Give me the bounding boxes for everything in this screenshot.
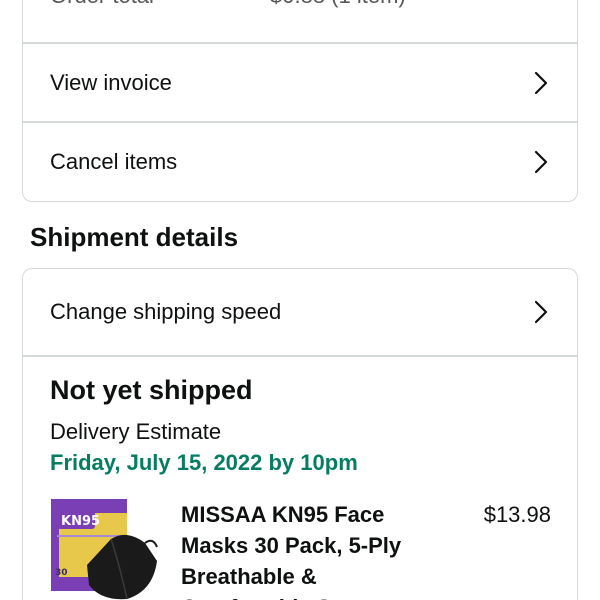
- change-shipping-speed-label: Change shipping speed: [50, 299, 282, 324]
- delivery-estimate-label: Delivery Estimate: [50, 419, 222, 444]
- order-summary-card: Order total $0.88 (1 item) View invoice …: [22, 0, 578, 202]
- view-invoice-button[interactable]: View invoice: [23, 43, 577, 122]
- shipment-details-heading: Shipment details: [30, 222, 239, 252]
- product-title-link[interactable]: MISSAA KN95 Face Masks 30 Pack, 5-Ply Br…: [181, 499, 441, 600]
- change-shipping-speed-button[interactable]: Change shipping speed: [23, 269, 577, 355]
- chevron-right-icon: [531, 70, 551, 96]
- order-details-page: Order total $0.88 (1 item) View invoice …: [0, 0, 600, 600]
- chevron-right-icon: [531, 299, 551, 325]
- shipment-status: Not yet shipped: [50, 375, 253, 405]
- chevron-right-icon: [531, 149, 551, 175]
- order-total-row: Order total $0.88 (1 item): [50, 0, 551, 13]
- product-image-count: 30: [55, 568, 68, 578]
- product-price: $13.98: [483, 502, 551, 527]
- order-total-value: $0.88 (1 item): [270, 0, 406, 9]
- shipment-card: Change shipping speed Not yet shipped De…: [22, 268, 578, 600]
- view-invoice-label: View invoice: [50, 69, 172, 95]
- divider: [23, 355, 577, 357]
- order-total-label: Order total: [50, 0, 154, 9]
- product-image[interactable]: KN95 30: [49, 499, 159, 600]
- delivery-date: Friday, July 15, 2022 by 10pm: [50, 450, 358, 475]
- product-image-label: KN95: [61, 514, 100, 529]
- cancel-items-label: Cancel items: [50, 148, 178, 174]
- cancel-items-button[interactable]: Cancel items: [23, 122, 577, 201]
